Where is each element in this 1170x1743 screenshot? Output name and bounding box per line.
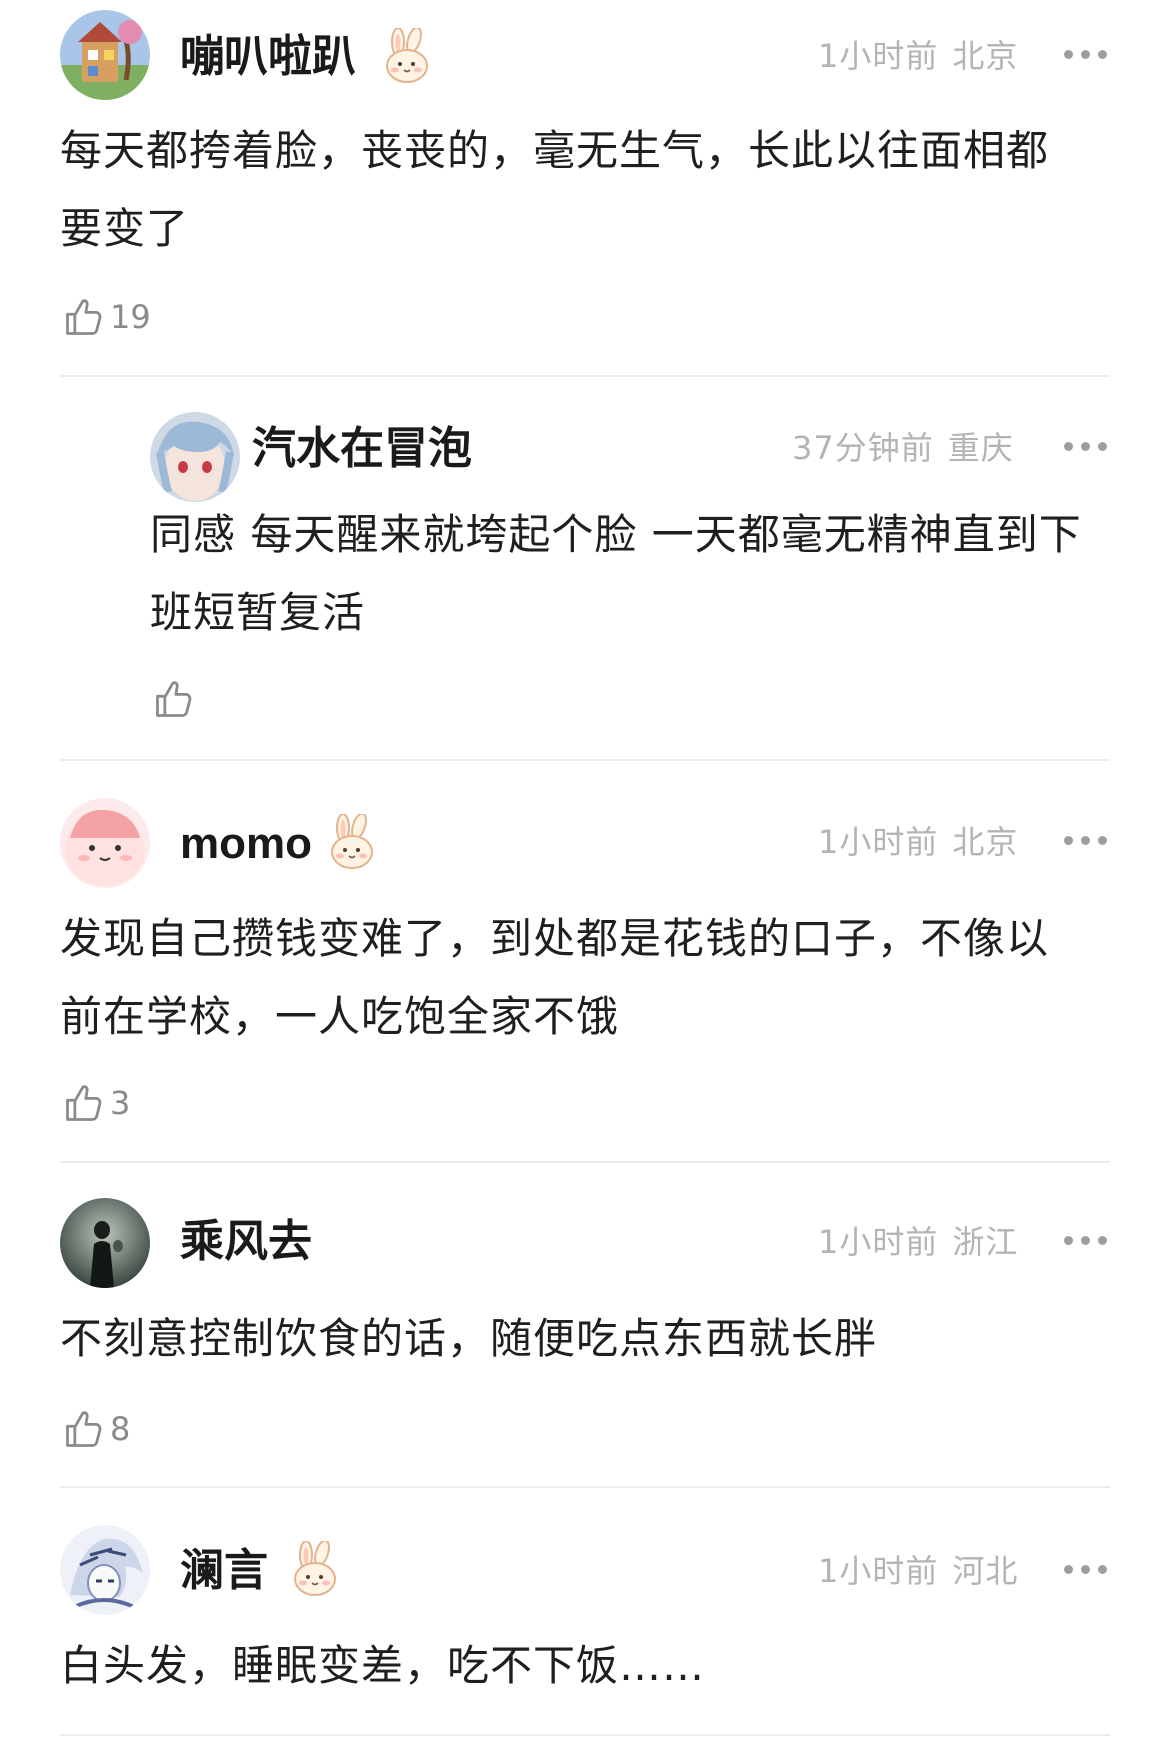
comment-item: 澜言 1小时前 河北 白头发，睡眠变差，吃不下饭……: [0, 1487, 1170, 1743]
thumbs-up-icon: [62, 294, 106, 340]
comment-text: 发现自己攒钱变难了，到处都是花钱的口子，不像以前在学校，一人吃饱全家不饿: [60, 914, 1050, 1041]
bunny-badge-icon: [380, 28, 434, 84]
like-count: 3: [110, 1084, 131, 1122]
comment-text: 白头发，睡眠变差，吃不下饭……: [60, 1641, 706, 1690]
comment-text: 每天都挎着脸，丧丧的，毫无生气，长此以往面相都要变了: [60, 126, 1050, 253]
like-button[interactable]: 3: [62, 1078, 130, 1128]
comment-meta: 1小时前 浙江: [818, 1226, 1018, 1258]
comment-location: 河北: [952, 1552, 1019, 1590]
avatar[interactable]: [60, 1525, 150, 1615]
like-button[interactable]: 19: [62, 292, 151, 342]
reply-text: 同感 每天醒来就垮起个脸 一天都毫无精神直到下班短暂复活: [150, 510, 1082, 637]
like-count: 19: [110, 298, 151, 336]
thumbs-up-icon: [152, 676, 196, 722]
avatar[interactable]: [60, 10, 150, 100]
divider: [60, 375, 1110, 377]
comment-time: 1小时前: [818, 823, 939, 861]
reply-author[interactable]: 汽水在冒泡: [252, 427, 472, 471]
more-options-icon[interactable]: [1064, 1236, 1108, 1246]
reply-meta: 37分钟前 重庆: [792, 432, 1014, 464]
comment-author[interactable]: 嘣叭啦趴: [180, 35, 356, 79]
comment-item: momo 1小时前 北京 发现自己攒钱变难了，到处都是花钱的口子，不像以前在学校，…: [0, 760, 1170, 1160]
reply-time: 37分钟前: [792, 429, 934, 467]
more-options-icon[interactable]: [1064, 50, 1108, 60]
thumbs-up-icon: [62, 1406, 106, 1452]
reply-location: 重庆: [947, 429, 1014, 467]
comment-time: 1小时前: [818, 1223, 939, 1261]
more-options-icon[interactable]: [1064, 1565, 1108, 1575]
comment-time: 1小时前: [818, 1552, 939, 1590]
comment-author[interactable]: 澜言: [180, 1549, 268, 1593]
bunny-badge-icon: [325, 814, 379, 870]
comment-item: 乘风去 1小时前 浙江 不刻意控制饮食的话，随便吃点东西就长胖 8: [0, 1162, 1170, 1487]
avatar[interactable]: [60, 798, 150, 888]
avatar[interactable]: [60, 1198, 150, 1288]
comment-author[interactable]: 乘风去: [180, 1220, 312, 1264]
comment-location: 浙江: [952, 1223, 1019, 1261]
comment-meta: 1小时前 河北: [818, 1555, 1018, 1587]
thumbs-up-icon: [62, 1080, 106, 1126]
comment-meta: 1小时前 北京: [818, 40, 1018, 72]
comment-text: 不刻意控制饮食的话，随便吃点东西就长胖: [60, 1314, 878, 1363]
like-button[interactable]: 8: [62, 1404, 130, 1454]
divider: [60, 1734, 1110, 1736]
comment-location: 北京: [952, 37, 1019, 75]
bunny-badge-icon: [288, 1541, 342, 1597]
comment-author[interactable]: momo: [180, 822, 312, 866]
avatar[interactable]: [150, 412, 240, 502]
reply-item: 汽水在冒泡 37分钟前 重庆 同感 每天醒来就垮起个脸 一天都毫无精神直到下班短暂…: [0, 380, 1170, 760]
comment-item: 嘣叭啦趴 1小时前 北京 每天都挎着脸，丧丧的，毫无生气，长此以往面相都要变了 1…: [0, 0, 1170, 340]
more-options-icon[interactable]: [1064, 442, 1108, 452]
comment-time: 1小时前: [818, 37, 939, 75]
comment-meta: 1小时前 北京: [818, 826, 1018, 858]
comment-location: 北京: [952, 823, 1019, 861]
like-count: 8: [110, 1410, 131, 1448]
like-button[interactable]: [152, 674, 200, 724]
more-options-icon[interactable]: [1064, 836, 1108, 846]
